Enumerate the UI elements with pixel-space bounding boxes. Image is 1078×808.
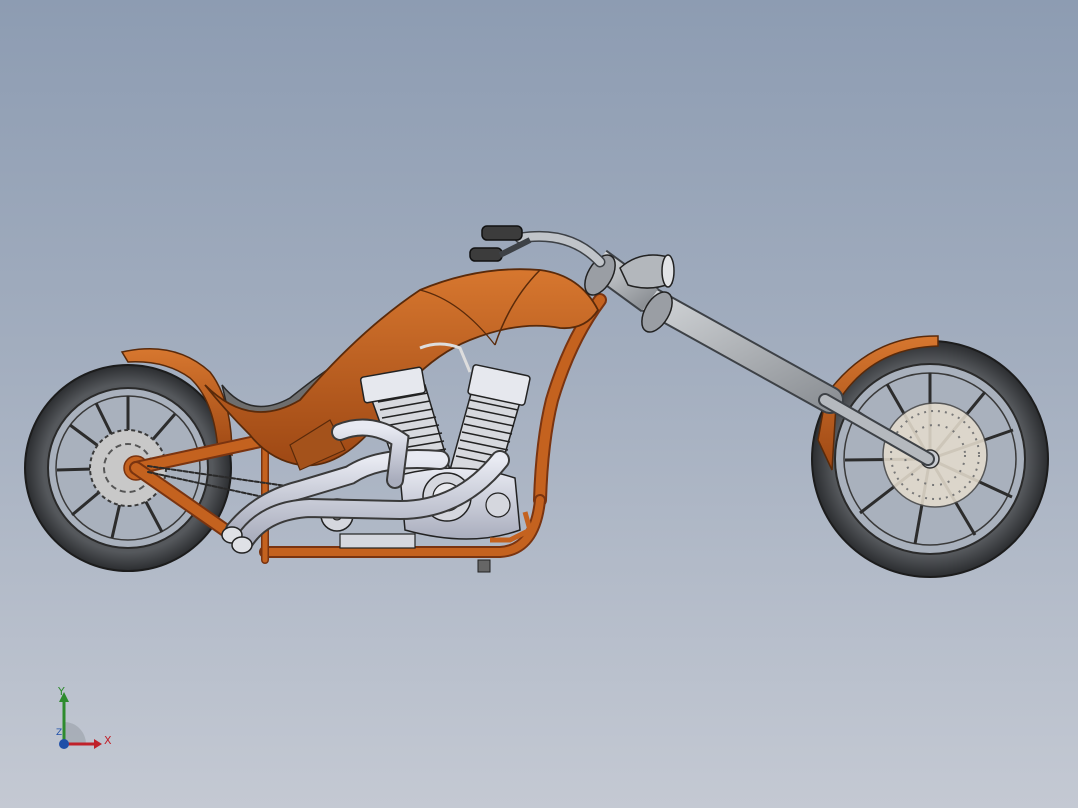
rear-wheel[interactable]	[24, 364, 232, 572]
triad-axes	[59, 692, 102, 749]
x-axis-label: X	[104, 734, 112, 747]
handlebar[interactable]	[469, 225, 606, 268]
graphics-viewport[interactable]: Y X Z	[0, 0, 1078, 808]
y-axis-label: Y	[58, 685, 65, 698]
reference-triad: Y X Z	[44, 684, 124, 764]
headlight[interactable]	[619, 254, 675, 289]
motorcycle-model[interactable]	[0, 0, 1078, 808]
z-axis-label: Z	[56, 728, 63, 738]
